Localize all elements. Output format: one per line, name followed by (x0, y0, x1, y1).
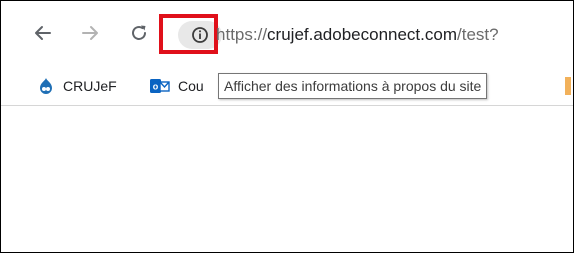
url-host: crujef.adobeconnect.com (267, 25, 457, 44)
url-scheme-rest: ttps:// (225, 25, 268, 44)
arrow-left-icon (35, 26, 51, 40)
back-button[interactable] (31, 21, 55, 45)
reload-button[interactable] (127, 21, 151, 45)
svg-text:o: o (153, 82, 159, 92)
browser-toolbar: https://crujef.adobeconnect.com/test? (1, 1, 573, 67)
bookmark-partial-edge (565, 77, 571, 95)
bookmark-label: CRUJeF (63, 78, 117, 94)
arrow-right-icon (82, 26, 98, 40)
browser-window: https://crujef.adobeconnect.com/test? CR… (0, 0, 574, 253)
page-content (1, 106, 573, 252)
bookmark-crujef[interactable]: CRUJeF (37, 75, 117, 97)
reload-icon (132, 25, 146, 40)
bookmark-cou[interactable]: o Cou (150, 75, 204, 97)
bookmark-label: Cou (178, 78, 204, 94)
site-info-tooltip: Afficher des informations à propos du si… (218, 73, 488, 99)
outlook-icon: o (150, 79, 170, 93)
drupal-icon (40, 78, 52, 94)
highlight-box (159, 14, 218, 54)
url-path: /test? (457, 25, 499, 44)
address-bar-url[interactable]: https://crujef.adobeconnect.com/test? (216, 20, 499, 50)
forward-button[interactable] (78, 21, 102, 45)
